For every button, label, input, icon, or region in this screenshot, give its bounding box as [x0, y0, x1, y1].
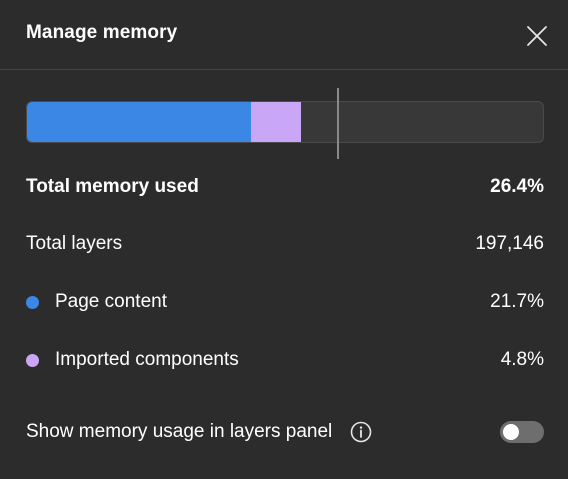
total-layers-value: 197,146	[475, 233, 544, 254]
memory-bar-track	[26, 101, 544, 143]
memory-setting-row: Show memory usage in layers panel	[26, 417, 406, 447]
page-content-legend-dot	[26, 295, 39, 309]
page-content-value: 21.7%	[490, 291, 544, 312]
total-memory-label: Total memory used	[26, 176, 199, 197]
total-layers-label: Total layers	[26, 233, 123, 254]
page-content-segment	[27, 102, 251, 142]
info-icon	[350, 421, 372, 443]
manage-memory-dialog: Manage memory Total memory used 26.4% To…	[0, 0, 568, 479]
imported-components-legend-dot	[26, 353, 39, 367]
imported-components-segment	[251, 102, 301, 142]
memory-limit-marker	[337, 88, 339, 159]
page-content-label: Page content	[55, 291, 167, 312]
total-memory-row: Total memory used 26.4%	[26, 172, 544, 202]
close-icon	[527, 26, 547, 46]
memory-usage-toggle[interactable]	[500, 421, 544, 443]
toggle-knob	[503, 424, 519, 440]
imported-components-value: 4.8%	[500, 349, 544, 370]
memory-setting-label: Show memory usage in layers panel	[26, 421, 333, 442]
imported-components-row: Imported components 4.8%	[26, 345, 544, 375]
total-memory-value: 26.4%	[490, 176, 544, 197]
memory-usage-bar	[26, 88, 544, 160]
dialog-header: Manage memory	[0, 0, 568, 70]
imported-components-label: Imported components	[55, 349, 239, 370]
total-layers-row: Total layers 197,146	[26, 229, 544, 259]
dialog-title: Manage memory	[26, 22, 178, 43]
info-button[interactable]	[350, 421, 372, 443]
close-button[interactable]	[522, 21, 552, 51]
page-content-row: Page content 21.7%	[26, 287, 544, 317]
